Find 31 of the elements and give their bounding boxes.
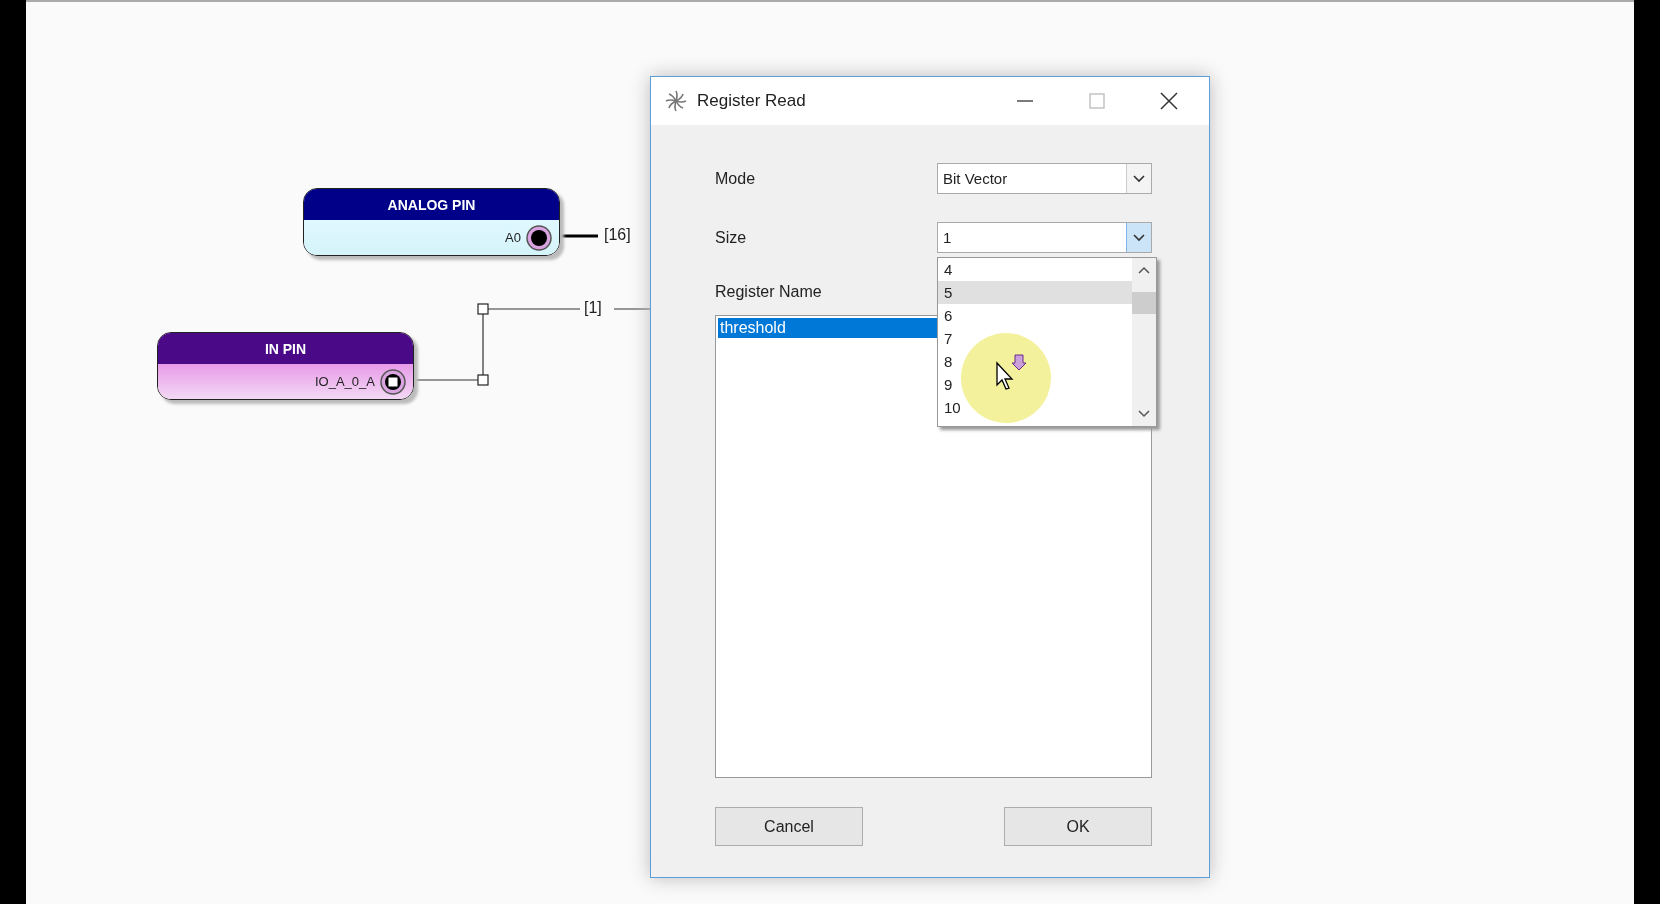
node-title: ANALOG PIN — [387, 196, 476, 213]
pin-node[interactable]: IN PIN IO_A_0_A — [157, 332, 414, 400]
wire-label: [1] — [584, 299, 602, 317]
port-label: A0 — [505, 230, 521, 245]
chevron-down-icon[interactable] — [1138, 410, 1150, 418]
dropdown-option[interactable]: 8 — [938, 350, 1132, 373]
window-title: Register Read — [697, 91, 807, 111]
port-circle-icon[interactable] — [525, 223, 553, 252]
dropdown-option[interactable]: 10 — [938, 396, 1132, 419]
scroll-thumb[interactable] — [1132, 292, 1156, 314]
scrollbar[interactable] — [1132, 258, 1156, 426]
dropdown-field[interactable]: 1 — [937, 222, 1152, 253]
node-title: IN PIN — [264, 340, 307, 357]
pin-node[interactable]: ANALOG PIN A0 — [303, 188, 560, 256]
chevron-up-icon[interactable] — [1138, 266, 1150, 274]
chevron-down-icon — [1133, 233, 1145, 242]
dialog-button[interactable]: Cancel — [715, 807, 863, 846]
dropdown-option[interactable]: 9 — [938, 373, 1132, 396]
dropdown-option[interactable]: 5 — [938, 281, 1132, 304]
port-label: IO_A_0_A — [315, 374, 375, 389]
dropdown-field[interactable]: Bit Vector — [937, 163, 1152, 194]
chevron-down-icon — [1133, 174, 1145, 183]
dropdown-option[interactable]: 4 — [938, 258, 1132, 281]
field-label: Mode — [715, 169, 757, 188]
wire-label: [16] — [604, 226, 631, 244]
close-icon[interactable] — [1159, 91, 1179, 111]
field-label: Register Name — [715, 283, 822, 302]
dialog-button[interactable]: OK — [1004, 807, 1152, 846]
field-label: Size — [715, 228, 748, 247]
pinwheel-icon — [665, 90, 687, 112]
mouse-pointer-icon — [995, 353, 1029, 393]
